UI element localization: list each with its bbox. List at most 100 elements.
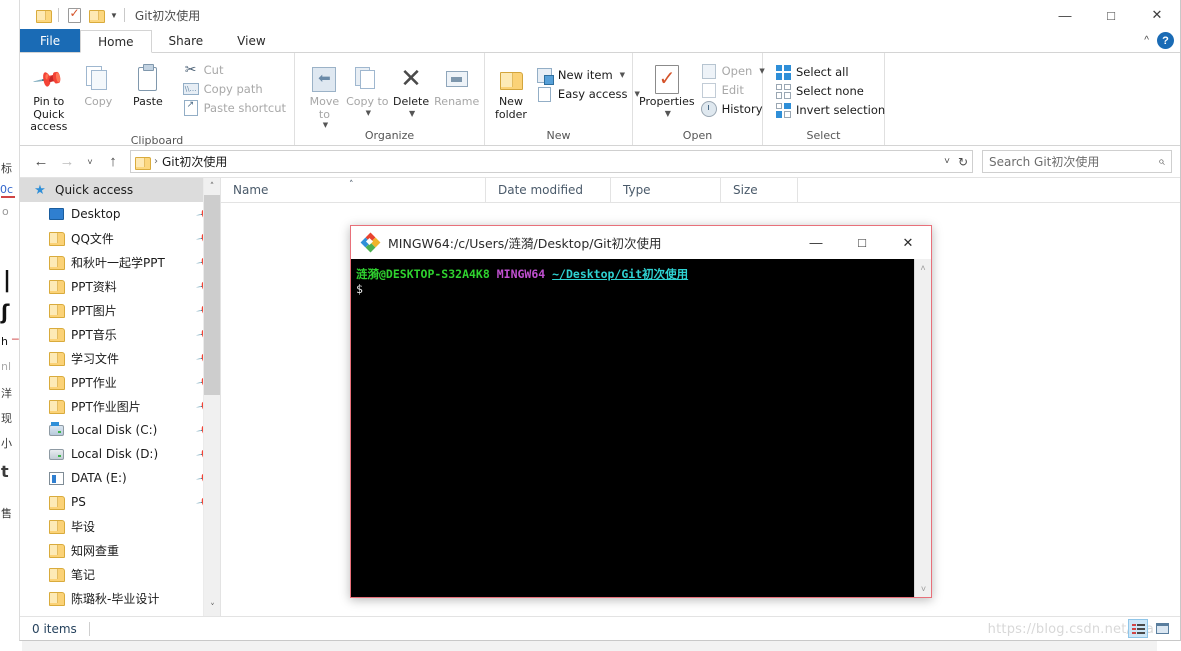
sidebar-item-10[interactable]: Local Disk (C:)📌 (20, 418, 220, 442)
easy-access-button[interactable]: Easy access ▼ (533, 85, 644, 103)
history-button[interactable]: History (697, 100, 769, 118)
new-item-label: New item (557, 68, 613, 82)
properties-button[interactable]: Properties ▼ (639, 58, 695, 118)
nav-scroll-thumb[interactable] (204, 195, 220, 395)
select-all-button[interactable]: Select all (771, 63, 889, 81)
rename-button[interactable]: Rename (433, 58, 480, 109)
address-dropdown-icon[interactable]: ˅ (944, 156, 950, 167)
sidebar-item-1[interactable]: Desktop📌 (20, 202, 220, 226)
breadcrumb-path[interactable]: Git初次使用 (162, 153, 227, 170)
details-view-button[interactable] (1128, 619, 1148, 638)
cut-button[interactable]: ✂ Cut (179, 61, 290, 79)
sidebar-item-label: 知网查重 (71, 543, 120, 558)
terminal-minimize-button[interactable]: — (793, 226, 839, 259)
sidebar-item-3[interactable]: 和秋叶一起学PPT📌 (20, 250, 220, 274)
help-icon[interactable]: ? (1157, 32, 1174, 49)
paste-shortcut-button[interactable]: Paste shortcut (179, 99, 290, 117)
scissors-icon: ✂ (184, 62, 197, 78)
nav-scroll-down-icon[interactable]: ˅ (204, 599, 220, 616)
large-icons-view-icon (1155, 623, 1169, 634)
new-folder-button[interactable]: New folder (495, 58, 527, 121)
search-box[interactable]: Search Git初次使用 ⌕ (982, 150, 1172, 173)
sidebar-item-14[interactable]: 毕设 (20, 514, 220, 538)
column-header-date-modified[interactable]: Date modified (486, 177, 611, 203)
tab-home[interactable]: Home (80, 30, 152, 53)
sidebar-item-label: PS (71, 495, 86, 509)
folder-icon (48, 542, 65, 558)
paste-button[interactable]: Paste (123, 58, 173, 109)
pin-to-quick-access-label: Pin to Quick access (30, 95, 68, 134)
terminal-maximize-button[interactable]: □ (839, 226, 885, 259)
open-button[interactable]: Open ▼ (697, 62, 769, 80)
sidebar-item-7[interactable]: 学习文件📌 (20, 346, 220, 370)
invert-selection-button[interactable]: Invert selection (771, 101, 889, 119)
close-button[interactable]: ✕ (1134, 0, 1180, 30)
nav-scroll-up-icon[interactable]: ˄ (204, 178, 220, 195)
properties-dropdown-icon[interactable]: ▼ (665, 109, 671, 118)
sidebar-item-label: PPT作业 (71, 375, 117, 390)
minimize-button[interactable]: — (1042, 0, 1088, 30)
back-button[interactable]: ← (28, 150, 54, 174)
sidebar-item-8[interactable]: PPT作业📌 (20, 370, 220, 394)
sidebar-item-13[interactable]: PS📌 (20, 490, 220, 514)
terminal-title-bar[interactable]: MINGW64:/c/Users/涟漪/Desktop/Git初次使用 — □ … (351, 226, 931, 259)
terminal-command-prompt[interactable]: $ (356, 282, 914, 297)
delete-button[interactable]: ✕ Delete ▼ (389, 58, 434, 118)
move-to-dropdown-icon[interactable]: ▼ (323, 121, 328, 129)
sidebar-item-12[interactable]: DATA (E:)📌 (20, 466, 220, 490)
tab-file[interactable]: File (20, 29, 81, 52)
sidebar-item-16[interactable]: 笔记 (20, 562, 220, 586)
select-none-label: Select none (796, 84, 864, 98)
folder-icon (48, 230, 65, 246)
breadcrumb[interactable]: › Git初次使用 (135, 153, 227, 170)
copy-to-button[interactable]: Copy to ▼ (346, 58, 389, 117)
sidebar-item-15[interactable]: 知网查重 (20, 538, 220, 562)
sidebar-item-4[interactable]: PPT资料📌 (20, 274, 220, 298)
copy-to-dropdown-icon[interactable]: ▼ (366, 109, 371, 117)
sidebar-item-6[interactable]: PPT音乐📌 (20, 322, 220, 346)
column-header-type[interactable]: Type (611, 177, 721, 203)
up-button[interactable]: ↑ (100, 150, 126, 174)
tab-view[interactable]: View (220, 29, 282, 52)
edit-button[interactable]: Edit (697, 81, 769, 99)
new-item-button[interactable]: New item ▼ (533, 66, 644, 85)
terminal-close-button[interactable]: ✕ (885, 226, 931, 259)
column-header-size[interactable]: Size (721, 177, 798, 203)
terminal-scrollbar[interactable]: ˄ ˅ (914, 259, 931, 597)
search-icon[interactable]: ⌕ (1158, 154, 1165, 169)
select-none-button[interactable]: Select none (771, 82, 889, 100)
collapse-ribbon-icon[interactable]: ^ (1144, 35, 1149, 46)
sidebar-item-9[interactable]: PPT作业图片📌 (20, 394, 220, 418)
column-header-name[interactable]: Name ˄ (221, 177, 486, 203)
delete-label: Delete (393, 95, 430, 108)
address-bar[interactable]: › Git初次使用 ˅ ↻ (130, 150, 973, 173)
sidebar-item-2[interactable]: QQ文件📌 (20, 226, 220, 250)
large-icons-view-button[interactable] (1152, 619, 1172, 638)
new-item-dropdown-icon[interactable]: ▼ (620, 71, 625, 79)
terminal-output[interactable]: 涟漪@DESKTOP-S32A4K8 MINGW64 ~/Desktop/Git… (351, 259, 914, 597)
sidebar-item-17[interactable]: 陈璐秋-毕业设计 (20, 586, 220, 610)
maximize-button[interactable]: □ (1088, 0, 1134, 30)
sidebar-item-11[interactable]: Local Disk (D:)📌 (20, 442, 220, 466)
terminal-scroll-down-icon[interactable]: ˅ (915, 580, 932, 597)
qat-properties-icon[interactable] (63, 4, 85, 26)
customize-qat-caret-icon[interactable]: ▼ (107, 11, 120, 20)
qat-folder-icon[interactable] (32, 4, 54, 26)
ribbon-group-label-new: New (546, 129, 571, 142)
refresh-icon[interactable]: ↻ (958, 155, 968, 169)
forward-button[interactable]: → (54, 150, 80, 174)
qat-new-folder-icon[interactable] (85, 4, 107, 26)
sidebar-item-5[interactable]: PPT图片📌 (20, 298, 220, 322)
sidebar-item-0[interactable]: ★ Quick access (20, 178, 220, 202)
pin-to-quick-access-button[interactable]: 📌 Pin to Quick access (24, 58, 74, 134)
terminal-scroll-up-icon[interactable]: ˄ (915, 259, 931, 276)
move-to-button[interactable]: ⬅ Move to ▼ (303, 58, 346, 129)
delete-dropdown-icon[interactable]: ▼ (409, 109, 415, 118)
copy-path-button[interactable]: \\… Copy path (179, 80, 290, 98)
tab-share[interactable]: Share (152, 29, 221, 52)
navigation-scrollbar[interactable]: ˄ ˅ (203, 178, 220, 616)
recent-locations-button[interactable]: ˅ (80, 150, 100, 174)
sidebar-item-label: Local Disk (D:) (71, 447, 159, 461)
copy-button[interactable]: Copy (74, 58, 124, 109)
mingw64-terminal-window[interactable]: MINGW64:/c/Users/涟漪/Desktop/Git初次使用 — □ … (350, 225, 932, 598)
